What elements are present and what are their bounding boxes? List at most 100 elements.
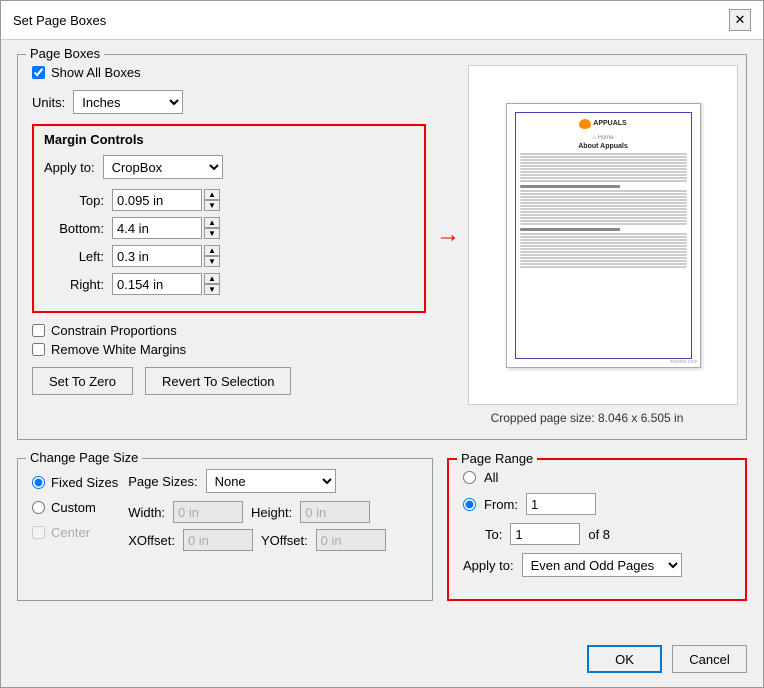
close-icon: ✕ <box>735 12 746 28</box>
xoffset-label: XOffset: <box>128 533 175 548</box>
preview-logo-icon <box>579 119 591 129</box>
right-up-button[interactable]: ▲ <box>204 273 220 284</box>
from-radio[interactable] <box>463 498 476 511</box>
left-row: Left: ▲ ▼ <box>44 245 414 267</box>
apply-to-row: Apply to: CropBox TrimBox BleedBox ArtBo… <box>44 155 414 179</box>
show-all-boxes-row: Show All Boxes <box>32 65 426 80</box>
constrain-label: Constrain Proportions <box>51 323 177 338</box>
fixed-sizes-row: Fixed Sizes <box>32 475 118 490</box>
set-to-zero-button[interactable]: Set To Zero <box>32 367 133 395</box>
left-down-button[interactable]: ▼ <box>204 256 220 267</box>
constrain-row: Constrain Proportions <box>32 323 426 338</box>
left-panel: Show All Boxes Units: Inches Millimeters… <box>32 65 426 425</box>
preview-logo: APPUALS <box>520 117 687 132</box>
all-pages-radio[interactable] <box>463 471 476 484</box>
top-down-button[interactable]: ▼ <box>204 200 220 211</box>
margin-controls-title: Margin Controls <box>44 132 414 147</box>
bottom-down-button[interactable]: ▼ <box>204 228 220 239</box>
constrain-checkbox[interactable] <box>32 324 45 337</box>
top-row: Top: ▲ ▼ <box>44 189 414 211</box>
remove-white-checkbox[interactable] <box>32 343 45 356</box>
ok-button[interactable]: OK <box>587 645 662 673</box>
left-up-button[interactable]: ▲ <box>204 245 220 256</box>
page-sizes-field-label: Page Sizes: <box>128 474 197 489</box>
close-button[interactable]: ✕ <box>729 9 751 31</box>
height-label: Height: <box>251 505 292 520</box>
units-select[interactable]: Inches Millimeters Points <box>73 90 183 114</box>
width-label: Width: <box>128 505 165 520</box>
top-label: Top: <box>44 193 104 208</box>
to-row: To: of 8 <box>463 523 731 545</box>
page-sizes-select[interactable]: None <box>206 469 336 493</box>
page-range-group: Page Range All From: To: of 8 <box>447 458 747 601</box>
arrow-icon: → <box>436 221 460 249</box>
remove-white-label: Remove White Margins <box>51 342 186 357</box>
units-row: Units: Inches Millimeters Points <box>32 90 426 114</box>
preview-wrapper: → APPUALS <box>436 65 738 405</box>
apply-to-select[interactable]: CropBox TrimBox BleedBox ArtBox <box>103 155 223 179</box>
from-label: From: <box>484 497 518 512</box>
left-label: Left: <box>44 249 104 264</box>
fixed-sizes-radio[interactable] <box>32 476 45 489</box>
left-spinner: ▲ ▼ <box>204 245 220 267</box>
bottom-up-button[interactable]: ▲ <box>204 217 220 228</box>
all-row: All <box>463 470 731 485</box>
to-input[interactable] <box>510 523 580 545</box>
bottom-input[interactable] <box>112 217 202 239</box>
show-all-boxes-checkbox[interactable] <box>32 66 45 79</box>
preview-doc-inner: APPUALS ⌂ Home About Appuals <box>515 112 692 359</box>
right-label: Right: <box>44 277 104 292</box>
right-input[interactable] <box>112 273 202 295</box>
units-label: Units: <box>32 95 65 110</box>
page-sizes-row: Page Sizes: None <box>128 469 418 493</box>
all-pages-label: All <box>484 470 498 485</box>
custom-label: Custom <box>51 500 96 515</box>
to-label: To: <box>485 527 502 542</box>
remove-white-row: Remove White Margins <box>32 342 426 357</box>
width-input[interactable] <box>173 501 243 523</box>
right-spinner: ▲ ▼ <box>204 273 220 295</box>
center-label: Center <box>51 525 90 540</box>
set-page-boxes-dialog: Set Page Boxes ✕ Page Boxes Show All Box… <box>0 0 764 688</box>
fixed-sizes-label: Fixed Sizes <box>51 475 118 490</box>
right-panel: → APPUALS <box>442 65 732 425</box>
yoffset-label: YOffset: <box>261 533 308 548</box>
xoffset-input[interactable] <box>183 529 253 551</box>
bottom-row: Bottom: ▲ ▼ <box>44 217 414 239</box>
margin-controls-box: Margin Controls Apply to: CropBox TrimBo… <box>32 124 426 313</box>
preview-area: APPUALS ⌂ Home About Appuals <box>468 65 738 405</box>
custom-row: Custom <box>32 500 118 515</box>
pr-apply-to-select[interactable]: Even and Odd Pages Even Pages Only Odd P… <box>522 553 682 577</box>
page-boxes-label: Page Boxes <box>26 46 104 61</box>
pr-apply-to-row: Apply to: Even and Odd Pages Even Pages … <box>463 553 731 577</box>
main-content: Show All Boxes Units: Inches Millimeters… <box>32 65 732 425</box>
from-input[interactable] <box>526 493 596 515</box>
title-bar: Set Page Boxes ✕ <box>1 1 763 40</box>
left-input[interactable] <box>112 245 202 267</box>
width-height-row: Width: Height: <box>128 501 418 523</box>
yoffset-input[interactable] <box>316 529 386 551</box>
cancel-button[interactable]: Cancel <box>672 645 747 673</box>
center-row: Center <box>32 525 118 540</box>
change-page-size-label: Change Page Size <box>26 450 142 465</box>
top-up-button[interactable]: ▲ <box>204 189 220 200</box>
dialog-body: Page Boxes Show All Boxes Units: Inches <box>1 40 763 633</box>
right-down-button[interactable]: ▼ <box>204 284 220 295</box>
right-row: Right: ▲ ▼ <box>44 273 414 295</box>
center-checkbox[interactable] <box>32 526 45 539</box>
footer: OK Cancel <box>1 633 763 687</box>
height-input[interactable] <box>300 501 370 523</box>
revert-selection-button[interactable]: Revert To Selection <box>145 367 292 395</box>
show-all-boxes-label: Show All Boxes <box>51 65 141 80</box>
offset-row: XOffset: YOffset: <box>128 529 418 551</box>
dialog-title: Set Page Boxes <box>13 13 106 28</box>
top-input[interactable] <box>112 189 202 211</box>
top-spinner: ▲ ▼ <box>204 189 220 211</box>
custom-radio[interactable] <box>32 501 45 514</box>
from-row: From: <box>463 493 731 515</box>
pr-apply-to-label: Apply to: <box>463 558 514 573</box>
action-buttons-row: Set To Zero Revert To Selection <box>32 367 426 395</box>
change-page-size-group: Change Page Size Fixed Sizes Custom <box>17 458 433 601</box>
preview-document: APPUALS ⌂ Home About Appuals <box>506 103 701 368</box>
page-range-label: Page Range <box>457 451 537 466</box>
